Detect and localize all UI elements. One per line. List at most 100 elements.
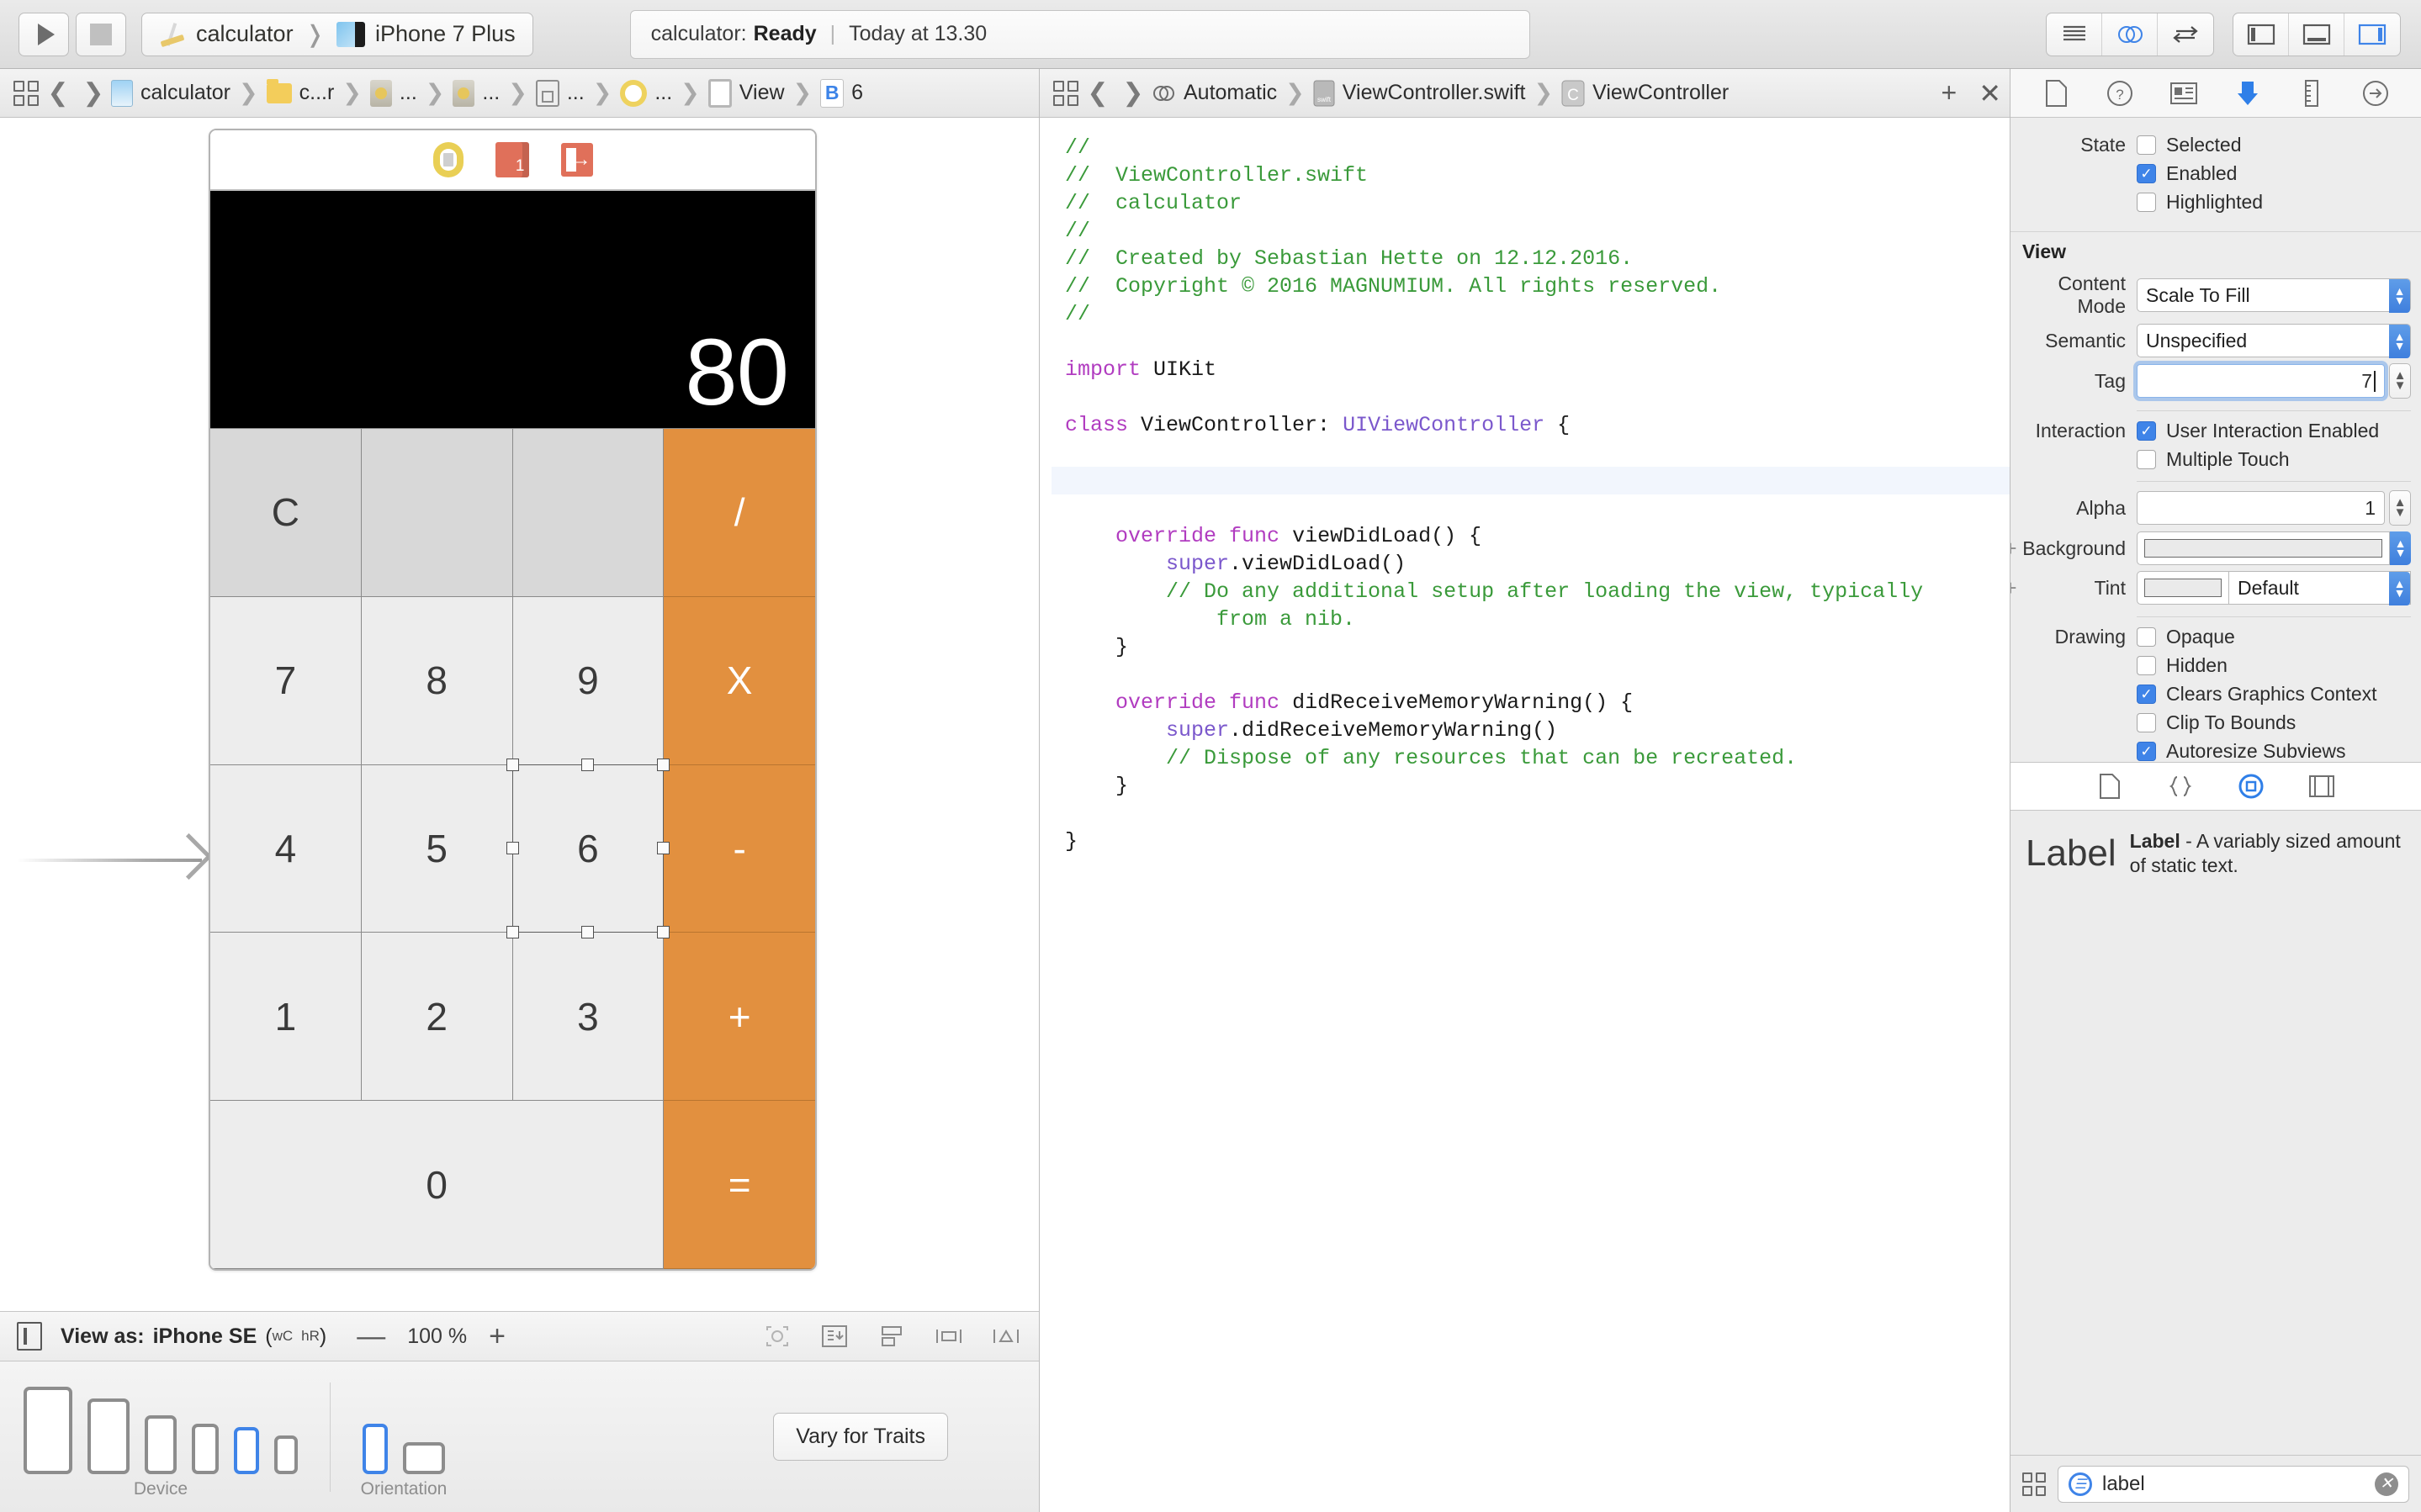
tint-popup[interactable]: Default ▲▼ [2229,571,2411,605]
user-interaction-checkbox[interactable]: ✓ [2137,421,2156,441]
orientation-portrait-selected[interactable] [363,1424,388,1474]
add-variation-icon[interactable]: + [2010,539,2016,558]
resize-handle-tl[interactable] [506,759,519,771]
orientation-landscape[interactable] [403,1442,445,1474]
back-button[interactable]: ❮ [40,78,76,108]
navigator-toggle-button[interactable] [2233,13,2289,56]
document-outline-toggle-icon[interactable] [17,1322,42,1351]
clear-icon[interactable]: ✕ [2375,1472,2398,1496]
debug-area-toggle-button[interactable] [2289,13,2344,56]
highlighted-checkbox[interactable] [2137,193,2156,212]
device-option-5-selected[interactable] [234,1427,259,1474]
breadcrumb-item-folder[interactable]: c...r [267,81,335,105]
device-option-1[interactable] [24,1387,72,1474]
object-library-icon[interactable] [2234,770,2268,802]
key-multiply[interactable]: X [664,597,815,765]
key-8[interactable]: 8 [362,597,513,765]
device-option-6[interactable] [274,1435,298,1474]
device-option-3[interactable] [145,1415,177,1474]
iphone-se-scene[interactable]: 80 C / 7 8 9 X 4 5 6 [209,129,817,1271]
enabled-checkbox[interactable]: ✓ [2137,164,2156,183]
chevron-updown-icon[interactable]: ▲▼ [2389,325,2410,358]
breadcrumb-item-storyboard[interactable]: ... [370,80,417,107]
zoom-out-button[interactable]: — [357,1320,385,1353]
first-responder-icon[interactable] [495,142,529,177]
key-4[interactable]: 4 [210,765,362,933]
code-text-area[interactable]: // // ViewController.swift // calculator… [1040,119,2010,1512]
resize-handle-bl[interactable] [506,926,519,938]
key-clear[interactable]: C [210,429,362,597]
view-controller-dock-icon[interactable] [433,142,464,177]
file-template-library-icon[interactable] [2093,770,2127,802]
add-variation-icon[interactable]: + [2010,579,2016,597]
device-option-2[interactable] [87,1398,130,1474]
background-popup-arrow[interactable]: ▲▼ [2390,531,2411,565]
selected-checkbox[interactable] [2137,135,2156,155]
add-editor-button[interactable]: + [1942,77,1957,108]
connections-inspector-icon[interactable] [2359,77,2392,109]
pin-icon[interactable] [933,1322,965,1351]
clears-graphics-checkbox[interactable]: ✓ [2137,685,2156,704]
breadcrumb-item-view-controller[interactable]: ... [620,80,672,107]
attributes-inspector-icon[interactable] [2231,77,2265,109]
key-2[interactable]: 2 [362,933,513,1101]
breadcrumb-item-automatic[interactable]: Automatic [1151,81,1277,106]
key-equals[interactable]: = [664,1101,815,1269]
chevron-updown-icon[interactable]: ▲▼ [2389,572,2410,605]
autoresize-checkbox[interactable]: ✓ [2137,742,2156,761]
key-minus[interactable]: - [664,765,815,933]
scheme-selector[interactable]: calculator ❭ iPhone 7 Plus [141,13,533,56]
code-snippet-library-icon[interactable] [2164,770,2197,802]
multiple-touch-checkbox[interactable] [2137,450,2156,469]
resize-handle-tr[interactable] [657,759,670,771]
clip-to-bounds-checkbox[interactable] [2137,713,2156,732]
version-editor-button[interactable] [2158,13,2213,56]
tag-input[interactable]: 7 [2137,364,2385,398]
standard-editor-button[interactable] [2047,13,2102,56]
key-5[interactable]: 5 [362,765,513,933]
key-divide[interactable]: / [664,429,815,597]
key-7[interactable]: 7 [210,597,362,765]
semantic-popup[interactable]: Unspecified ▲▼ [2137,324,2411,357]
opaque-checkbox[interactable] [2137,627,2156,647]
align-icon[interactable] [876,1322,908,1351]
run-button[interactable] [19,13,69,56]
storyboard-canvas[interactable]: 80 C / 7 8 9 X 4 5 6 [0,119,1039,1311]
resize-handle-bc[interactable] [581,926,594,938]
calculator-display[interactable]: 80 [210,191,815,428]
key-0[interactable]: 0 [210,1101,664,1269]
close-editor-button[interactable]: ✕ [1979,77,2001,109]
vary-for-traits-button[interactable]: Vary for Traits [773,1413,948,1461]
update-frames-icon[interactable] [761,1322,793,1351]
related-items-icon[interactable] [1052,79,1080,108]
library-list[interactable]: Label Label - A variably sized amount of… [2010,811,2421,1455]
breadcrumb-item-project[interactable]: calculator [111,80,230,107]
breadcrumb-item-class[interactable]: C ViewController [1561,80,1729,107]
library-item-label[interactable]: Label Label - A variably sized amount of… [2010,811,2421,897]
library-filter-field[interactable]: ☰ label ✕ [2058,1466,2409,1503]
key-plus[interactable]: + [664,933,815,1101]
key-3[interactable]: 3 [513,933,665,1101]
chevron-updown-icon[interactable]: ▲▼ [2389,279,2410,313]
resize-handle-mr[interactable] [657,842,670,854]
tint-color-well[interactable] [2137,571,2229,605]
exit-icon[interactable] [561,143,593,177]
size-inspector-icon[interactable] [2295,77,2328,109]
forward-button[interactable]: ❯ [1115,78,1151,108]
file-inspector-icon[interactable] [2039,77,2073,109]
view-as-device[interactable]: iPhone SE [153,1324,257,1349]
key-1[interactable]: 1 [210,933,362,1101]
back-button[interactable]: ❮ [1080,78,1115,108]
hidden-checkbox[interactable] [2137,656,2156,675]
key-9[interactable]: 9 [513,597,665,765]
device-option-4[interactable] [192,1424,219,1474]
alpha-input[interactable]: 1 [2137,491,2385,525]
related-items-icon[interactable] [12,79,40,108]
assistant-editor-button[interactable] [2102,13,2158,56]
resize-handle-ml[interactable] [506,842,519,854]
breadcrumb-item-storyboard-2[interactable]: ... [453,80,500,107]
tag-stepper[interactable]: ▲▼ [2389,363,2411,399]
content-mode-popup[interactable]: Scale To Fill ▲▼ [2137,278,2411,312]
media-library-icon[interactable] [2305,770,2339,802]
stop-button[interactable] [76,13,126,56]
